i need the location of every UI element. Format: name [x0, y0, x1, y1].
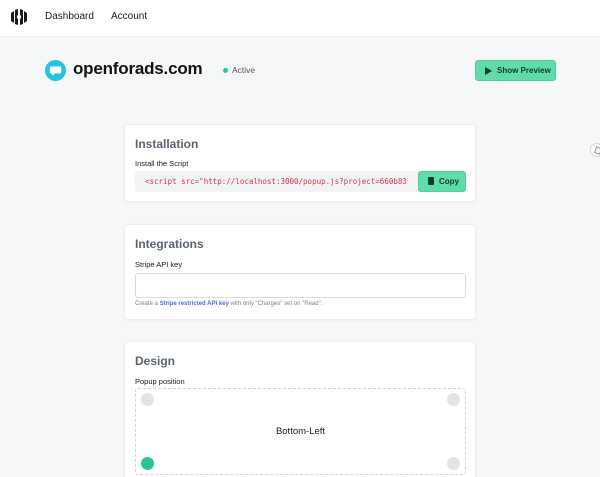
design-card: Design Popup position Bottom-Left [124, 341, 476, 477]
position-top-right-option[interactable] [447, 393, 460, 406]
brand-logo-icon[interactable] [9, 7, 29, 27]
integrations-title: Integrations [135, 237, 204, 251]
selected-position-label: Bottom-Left [275, 426, 326, 437]
help-suffix: with only "Charges" set on "Read". [228, 301, 323, 307]
nav-link-dashboard[interactable]: Dashboard [45, 11, 94, 22]
copy-label: Copy [439, 177, 459, 186]
status-badge: Active [232, 65, 256, 75]
popup-position-picker: Bottom-Left [135, 388, 466, 475]
integrations-card: Integrations Stripe API key Create a Str… [124, 224, 476, 320]
show-preview-label: Show Preview [497, 66, 551, 75]
position-bottom-right-option[interactable] [447, 457, 460, 470]
help-prefix: Create a [135, 301, 160, 307]
position-top-left-option[interactable] [141, 393, 154, 406]
show-preview-button[interactable]: Show Preview [475, 60, 556, 81]
chat-bubble-icon [45, 60, 66, 81]
feedback-icon[interactable] [590, 143, 600, 157]
copy-button[interactable]: Copy [418, 171, 466, 192]
top-navbar: Dashboard Account [0, 0, 600, 37]
stripe-restricted-key-link[interactable]: Stripe restricted API key [160, 301, 229, 307]
page-title: openforads.com [73, 59, 203, 78]
stripe-api-key-label: Stripe API key [135, 260, 183, 269]
status-dot-icon [223, 68, 228, 73]
script-code: <script src="http://localhost:3000/popup… [145, 177, 407, 186]
installation-title: Installation [135, 137, 199, 151]
popup-position-label: Popup position [135, 377, 185, 386]
design-title: Design [135, 354, 176, 368]
install-script-label: Install the Script [135, 159, 189, 168]
play-icon [485, 67, 492, 75]
stripe-api-key-input[interactable] [135, 273, 466, 298]
installation-card: Installation Install the Script <script … [124, 124, 476, 202]
script-code-box[interactable]: <script src="http://localhost:3000/popup… [135, 171, 420, 192]
nav-link-account[interactable]: Account [111, 11, 147, 22]
document-icon [428, 177, 434, 185]
position-bottom-left-option[interactable] [141, 457, 154, 470]
stripe-help-text: Create a Stripe restricted API key with … [135, 301, 322, 307]
